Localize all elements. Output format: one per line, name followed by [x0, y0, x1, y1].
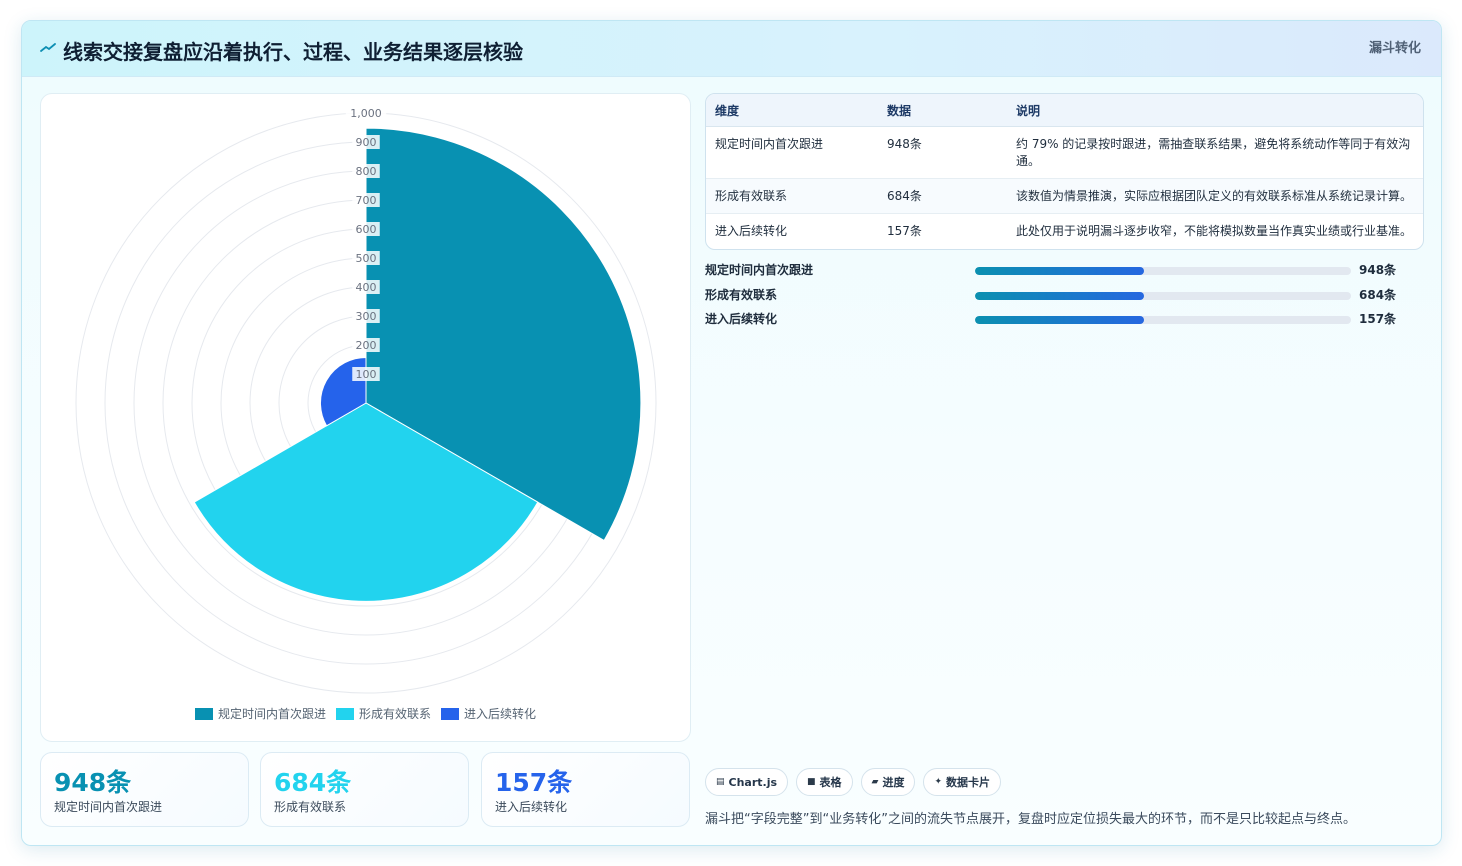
- category-tag: 漏斗转化: [1368, 41, 1421, 56]
- tick-label: 300: [356, 310, 377, 323]
- tick-label: 500: [356, 252, 377, 265]
- chip-label: Chart.js: [728, 775, 778, 789]
- chip-progress[interactable]: ▰ 进度: [860, 768, 916, 796]
- chip-label: 表格: [819, 776, 842, 789]
- progress-track: [975, 267, 1351, 275]
- table-row: 进入后续转化 157条 此处仅用于说明漏斗逐步收窄，不能将模拟数量当作真实业绩或…: [706, 214, 1423, 249]
- progress-fill: [975, 267, 1145, 275]
- table-row: 规定时间内首次跟进 948条 约 79% 的记录按时跟进，需抽查联系结果，避免将…: [706, 126, 1423, 179]
- legend-item-effective-contact[interactable]: 形成有效联系: [335, 705, 431, 722]
- tick-label: 600: [356, 223, 377, 236]
- progress-icon: ▰: [871, 777, 879, 787]
- table-cell: 形成有效联系: [706, 178, 878, 214]
- legend-label: 进入后续转化: [464, 707, 537, 721]
- tick-label: 800: [356, 165, 377, 178]
- table-header: 数据: [878, 94, 1007, 127]
- card-header: 线索交接复盘应沿着执行、过程、业务结果逐层核验 漏斗转化: [22, 21, 1441, 77]
- spark-icon: [40, 43, 56, 52]
- chart-panel: 100 200 300 400 500 600 700 800 900 1,000 规定时间内首次…: [40, 93, 691, 742]
- polar-area-chart: 100 200 300 400 500 600 700 800 900 1,000: [75, 106, 657, 694]
- chip-label: 进度: [882, 776, 905, 789]
- stat-card: 948条 规定时间内首次跟进: [40, 752, 249, 827]
- stat-label: 形成有效联系: [274, 800, 347, 814]
- tick-label: 200: [356, 339, 377, 352]
- table-cell: 约 79% 的记录按时跟进，需抽查联系结果，避免将系统动作等同于有效沟通。: [1007, 126, 1423, 179]
- stat-card: 157条 进入后续转化: [481, 752, 690, 827]
- chip-table[interactable]: ■ 表格: [796, 768, 853, 796]
- chip-label: 数据卡片: [946, 776, 991, 789]
- feature-chips: ▤ Chart.js ■ 表格 ▰ 进度 ✦ 数据卡片: [705, 768, 1002, 796]
- progress-label: 形成有效联系: [705, 287, 778, 302]
- tick-label: 400: [356, 281, 377, 294]
- chart-legend: 规定时间内首次跟进 形成有效联系 进入后续转化: [41, 705, 690, 722]
- stat-value: 948条: [54, 768, 132, 797]
- tick-label: 900: [356, 136, 377, 149]
- legend-label: 规定时间内首次跟进: [217, 707, 326, 721]
- tick-label: 100: [356, 368, 377, 381]
- progress-track: [975, 291, 1351, 300]
- table-cell: 948条: [878, 126, 1007, 179]
- progress-value: 157条: [1359, 312, 1397, 326]
- stat-value: 157条: [495, 768, 573, 797]
- progress-fill: [975, 291, 1145, 300]
- stat-value: 684条: [274, 768, 352, 797]
- table-cell: 157条: [887, 224, 922, 238]
- progress-fill: [975, 316, 1145, 324]
- progress-value: 948条: [1359, 263, 1397, 277]
- table-cell: 进入后续转化: [715, 224, 788, 238]
- stat-cards: 948条 规定时间内首次跟进 684条 形成有效联系 157条 进入后续转化: [40, 752, 691, 827]
- tick-label: 700: [356, 194, 377, 207]
- chart-icon: ▤: [716, 777, 725, 787]
- table-icon: ■: [807, 777, 816, 787]
- legend-item-first-followup[interactable]: 规定时间内首次跟进: [194, 705, 326, 722]
- stat-label: 规定时间内首次跟进: [54, 800, 163, 814]
- progress-row: 形成有效联系 684条: [705, 286, 1405, 311]
- data-table: 维度 数据 说明 规定时间内首次跟进 948条 约 79% 的记录按时跟进，需抽…: [705, 93, 1424, 250]
- legend-swatch: [441, 707, 459, 720]
- table-row: 形成有效联系 684条 该数值为情景推演，实际应根据团队定义的有效联系标准从系统…: [706, 178, 1423, 214]
- footnote: 漏斗把“字段完整”到“业务转化”之间的流失节点展开，复盘时应定位损失最大的环节，…: [705, 812, 1356, 827]
- table-header-row: 维度 数据 说明: [706, 94, 1423, 127]
- stat-card: 684条 形成有效联系: [260, 752, 469, 827]
- progress-list: 规定时间内首次跟进 948条 形成有效联系 684条 进入后续转化 157条: [705, 261, 1405, 335]
- table-cell: 此处仅用于说明漏斗逐步收窄，不能将模拟数量当作真实业绩或行业基准。: [1016, 224, 1413, 238]
- sparkle-icon: ✦: [934, 777, 943, 787]
- chip-chartjs[interactable]: ▤ Chart.js: [705, 768, 789, 796]
- progress-label: 进入后续转化: [705, 312, 778, 326]
- stat-label: 进入后续转化: [495, 800, 568, 814]
- progress-row: 规定时间内首次跟进 948条: [705, 261, 1405, 286]
- progress-track: [975, 316, 1351, 324]
- table-cell: 684条: [878, 178, 1007, 214]
- table-cell: 该数值为情景推演，实际应根据团队定义的有效联系标准从系统记录计算。: [1007, 178, 1423, 214]
- legend-swatch: [194, 707, 213, 720]
- table-header: 维度: [706, 94, 878, 127]
- page-title: 线索交接复盘应沿着执行、过程、业务结果逐层核验: [63, 40, 523, 64]
- progress-row: 进入后续转化 157条: [705, 310, 1405, 335]
- legend-swatch: [335, 707, 354, 720]
- table-header: 说明: [1007, 94, 1423, 127]
- progress-label: 规定时间内首次跟进: [705, 263, 814, 277]
- progress-value: 684条: [1359, 287, 1397, 302]
- legend-label: 形成有效联系: [358, 707, 431, 721]
- table-cell: 规定时间内首次跟进: [706, 126, 878, 179]
- report-card: 线索交接复盘应沿着执行、过程、业务结果逐层核验 漏斗转化 100 200 300 40…: [21, 20, 1442, 846]
- tick-label: 1,000: [350, 107, 382, 120]
- chip-data-cards[interactable]: ✦ 数据卡片: [923, 768, 1002, 796]
- legend-item-conversion[interactable]: 进入后续转化: [441, 705, 536, 722]
